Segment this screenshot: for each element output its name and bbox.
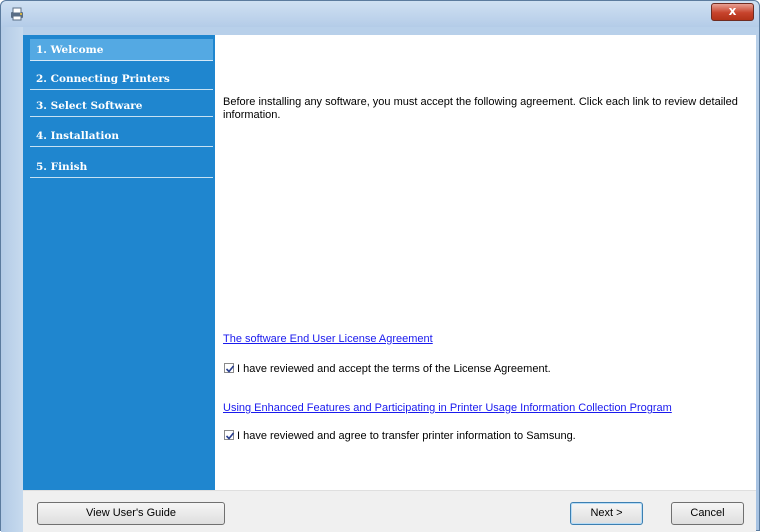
main-content: Before installing any software, you must… <box>215 35 756 490</box>
usage-checkbox[interactable] <box>224 430 235 440</box>
step-label: 5. Finish <box>36 161 88 173</box>
button-bar: View User's Guide Next > Cancel <box>23 490 756 532</box>
step-welcome: 1. Welcome <box>30 39 213 61</box>
step-select-software: 3. Select Software <box>30 95 213 117</box>
eula-checkbox-row[interactable]: I have reviewed and accept the terms of … <box>224 363 551 375</box>
usage-checkbox-row[interactable]: I have reviewed and agree to transfer pr… <box>224 430 576 442</box>
step-connecting-printers: 2. Connecting Printers <box>30 68 213 90</box>
next-button[interactable]: Next > <box>570 502 643 525</box>
eula-checkbox[interactable] <box>224 363 235 373</box>
title-bar[interactable]: x <box>1 1 759 27</box>
steps-sidebar: 1. Welcome 2. Connecting Printers 3. Sel… <box>23 35 215 490</box>
installer-window: x 1. Welcome 2. Connecting Printers 3. S… <box>0 0 760 532</box>
close-icon[interactable]: x <box>729 4 737 18</box>
client-area: 1. Welcome 2. Connecting Printers 3. Sel… <box>23 35 756 532</box>
step-installation: 4. Installation <box>30 125 213 147</box>
eula-checkbox-label[interactable]: I have reviewed and accept the terms of … <box>237 363 551 375</box>
window-frame-edge <box>1 27 23 532</box>
step-label: 4. Installation <box>36 130 119 142</box>
step-finish: 5. Finish <box>30 156 213 178</box>
checkmark-icon <box>225 365 235 373</box>
checkmark-icon <box>225 432 235 440</box>
usage-checkbox-label[interactable]: I have reviewed and agree to transfer pr… <box>237 430 576 442</box>
step-label: 3. Select Software <box>36 100 143 112</box>
step-label: 2. Connecting Printers <box>36 73 170 85</box>
printer-installer-icon <box>9 6 25 22</box>
cancel-button[interactable]: Cancel <box>671 502 744 525</box>
view-users-guide-button[interactable]: View User's Guide <box>37 502 225 525</box>
intro-text: Before installing any software, you must… <box>223 96 738 121</box>
usage-program-link[interactable]: Using Enhanced Features and Participatin… <box>223 402 672 414</box>
eula-link[interactable]: The software End User License Agreement <box>223 333 433 345</box>
step-label: 1. Welcome <box>36 44 104 56</box>
close-button[interactable]: x <box>711 3 754 21</box>
